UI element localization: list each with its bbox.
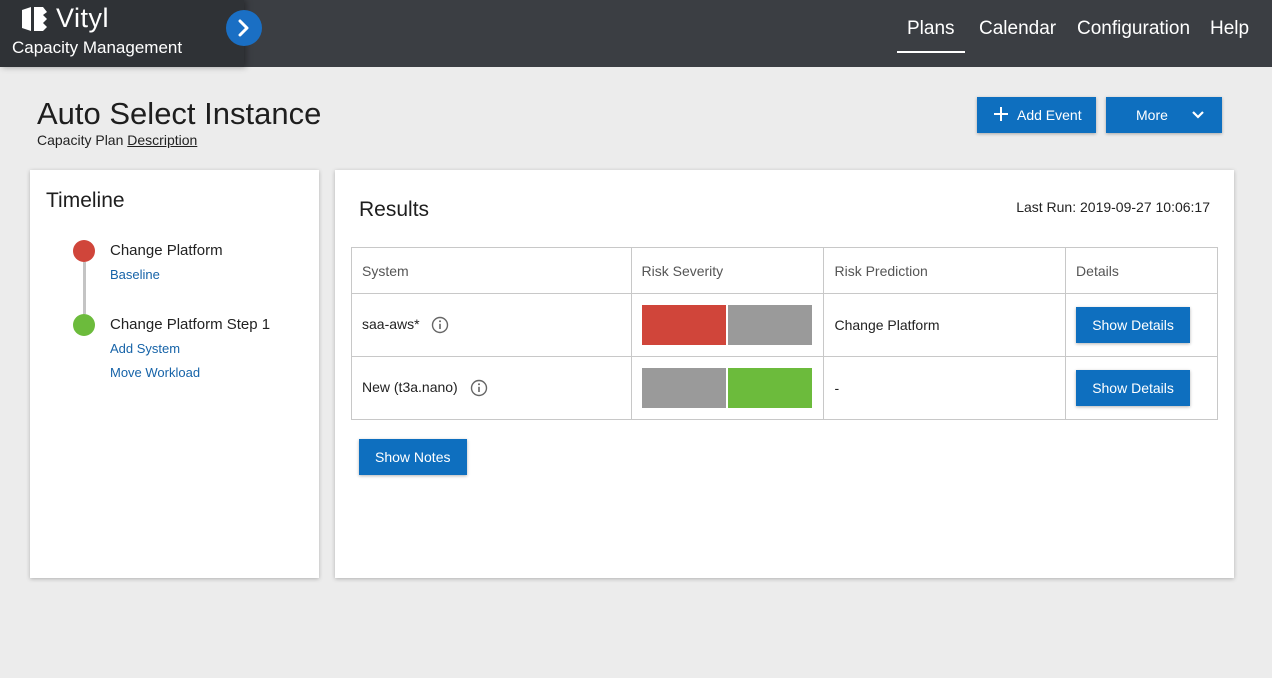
system-cell: New (t3a.nano) <box>351 356 632 420</box>
info-icon[interactable] <box>431 316 449 334</box>
column-header-risk-severity: Risk Severity <box>630 247 825 294</box>
timeline-connector <box>83 262 86 314</box>
expand-sidebar-button[interactable] <box>226 10 262 46</box>
subtitle-prefix: Capacity Plan <box>37 132 124 148</box>
details-cell: Show Details <box>1065 293 1218 357</box>
column-header-risk-prediction: Risk Prediction <box>823 247 1067 294</box>
system-name: saa-aws* <box>362 315 420 332</box>
show-details-button[interactable]: Show Details <box>1076 370 1191 406</box>
results-table: System Risk Severity Risk Prediction Det… <box>351 247 1218 420</box>
info-icon[interactable] <box>470 379 488 397</box>
top-navigation-bar: Vityl Capacity Management Plans Calendar… <box>0 0 1272 67</box>
timeline-link-move-workload[interactable]: Move Workload <box>110 365 200 380</box>
nav-configuration[interactable]: Configuration <box>1077 18 1190 40</box>
show-notes-label: Show Notes <box>375 449 451 465</box>
page-title: Auto Select Instance <box>37 96 322 131</box>
results-card: Results Last Run: 2019-09-27 10:06:17 Sy… <box>335 170 1234 578</box>
show-details-button[interactable]: Show Details <box>1076 307 1191 343</box>
show-notes-button[interactable]: Show Notes <box>359 439 467 475</box>
vityl-logo-icon <box>22 7 47 31</box>
timeline-status-dot <box>73 314 95 336</box>
timeline-link-baseline[interactable]: Baseline <box>110 267 160 282</box>
nav-plans[interactable]: Plans <box>897 18 964 53</box>
table-row: New (t3a.nano) - Show Details <box>351 356 1218 420</box>
risk-severity-segment <box>641 305 726 345</box>
brand-name: Vityl <box>56 3 110 33</box>
brand-panel: Vityl Capacity Management <box>0 0 244 67</box>
more-label: More <box>1136 107 1168 123</box>
description-link[interactable]: Description <box>127 132 197 148</box>
timeline-link-add-system[interactable]: Add System <box>110 341 180 356</box>
risk-severity-cell <box>630 293 825 357</box>
brand-subtitle: Capacity Management <box>12 38 183 57</box>
column-header-details: Details <box>1065 247 1218 294</box>
table-row: saa-aws* Change Platform Show Details <box>351 293 1218 357</box>
nav-calendar[interactable]: Calendar <box>979 18 1056 40</box>
chevron-right-icon <box>238 19 249 37</box>
nav-help[interactable]: Help <box>1210 18 1249 40</box>
risk-severity-cell <box>630 356 825 420</box>
risk-prediction-cell: - <box>823 356 1067 420</box>
details-cell: Show Details <box>1065 356 1218 420</box>
column-header-system: System <box>351 247 632 294</box>
chevron-down-icon <box>1192 111 1204 119</box>
risk-severity-segment <box>641 368 726 408</box>
results-title: Results <box>359 198 430 221</box>
system-cell: saa-aws* <box>351 293 632 357</box>
timeline-title: Timeline <box>46 189 125 212</box>
risk-severity-bar <box>641 305 812 345</box>
timeline-status-dot <box>73 240 95 262</box>
timeline-step-label: Change Platform <box>110 242 223 259</box>
plus-icon <box>994 107 1008 121</box>
risk-severity-segment <box>727 305 812 345</box>
system-name: New (t3a.nano) <box>362 378 458 395</box>
page-subtitle: Capacity Plan Description <box>37 132 197 148</box>
add-event-label: Add Event <box>1017 107 1082 123</box>
risk-severity-bar <box>641 368 812 408</box>
more-dropdown-button[interactable]: More <box>1106 97 1222 133</box>
risk-prediction-cell: Change Platform <box>823 293 1067 357</box>
risk-severity-segment <box>727 368 812 408</box>
add-event-button[interactable]: Add Event <box>977 97 1096 133</box>
timeline-step-label: Change Platform Step 1 <box>110 316 271 333</box>
timeline-card: Timeline Change Platform Baseline Change… <box>30 170 319 578</box>
table-header-row: System Risk Severity Risk Prediction Det… <box>351 247 1218 294</box>
last-run-timestamp: Last Run: 2019-09-27 10:06:17 <box>1016 199 1210 215</box>
